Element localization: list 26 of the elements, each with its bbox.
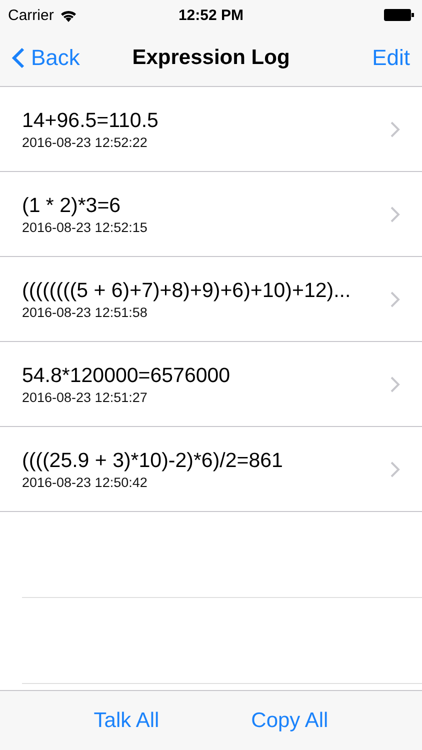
chevron-icon: [390, 460, 400, 478]
timestamp-text: 2016-08-23 12:51:27: [22, 390, 148, 404]
log-entry-row[interactable]: ((((((((5 + 6)+7)+8)+9)+6)+10)+12)... 2016-08-23 12:51:58: [0, 257, 422, 342]
expression-text: 54.8*120000=6576000: [22, 364, 232, 388]
expression-text: 14+96.5=110.5: [22, 108, 160, 132]
timestamp-text: 2016-08-23 12:52:15: [22, 220, 148, 234]
log-entry-row[interactable]: 14+96.5=110.5 2016-08-23 12:52:22: [0, 87, 422, 172]
wifi-icon: [60, 8, 77, 22]
log-entry-row[interactable]: ((((25.9 + 3)*10)-2)*6)/2=861 2016-08-23 12:50:42: [0, 427, 422, 512]
chevron-icon: [390, 120, 400, 138]
timestamp-text: 2016-08-23 12:52:22: [22, 134, 148, 150]
timestamp-text: 2016-08-23 12:51:58: [22, 304, 148, 320]
status-time: 12:52 PM: [178, 6, 244, 24]
carrier-label: Carrier: [8, 6, 54, 24]
chevron-icon: [390, 206, 400, 222]
chevron-icon: [390, 376, 400, 392]
back-chevron-icon: [12, 47, 25, 69]
log-entry-row[interactable]: (1 * 2)*3=6 2016-08-23 12:52:15: [0, 172, 422, 257]
expression-text: (1 * 2)*3=6: [22, 194, 122, 218]
chevron-icon: [390, 290, 400, 308]
battery-icon: [384, 9, 414, 21]
nav-title: Expression Log: [132, 46, 290, 69]
log-entry-row[interactable]: 54.8*120000=6576000 2016-08-23 12:51:27: [0, 342, 422, 427]
expression-text: ((((25.9 + 3)*10)-2)*6)/2=861: [22, 448, 284, 472]
timestamp-text: 2016-08-23 12:50:42: [22, 474, 148, 490]
expression-text: ((((((((5 + 6)+7)+8)+9)+6)+10)+12)...: [22, 278, 352, 302]
